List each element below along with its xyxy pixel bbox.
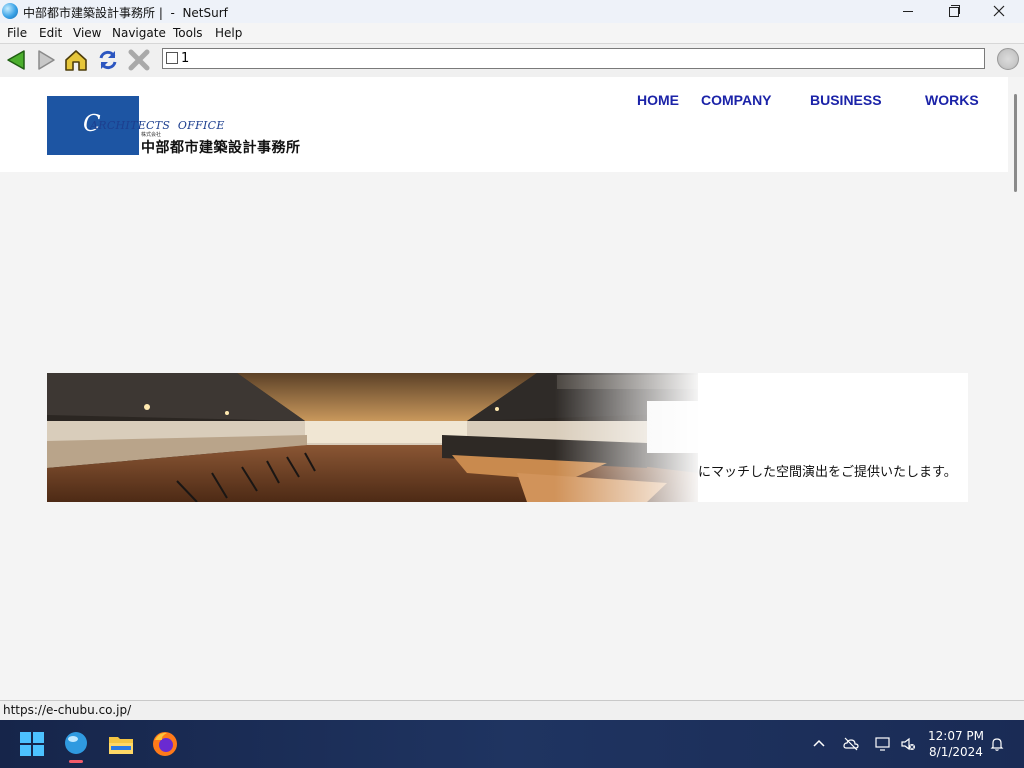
netsurf-icon: [65, 732, 87, 754]
nav-company[interactable]: COMPANY: [701, 92, 772, 108]
url-bar[interactable]: [162, 48, 985, 69]
back-icon: [7, 50, 25, 70]
display-icon[interactable]: [875, 736, 891, 752]
vertical-scrollbar[interactable]: [1008, 77, 1024, 700]
firefox-icon: [153, 732, 177, 756]
logo-company-name: 中部都市建築設計事務所: [141, 140, 301, 156]
file-explorer-button[interactable]: [107, 730, 135, 758]
scrollbar-thumb[interactable]: [1014, 94, 1017, 192]
reload-icon: [99, 50, 117, 70]
url-input[interactable]: [181, 50, 976, 67]
page-favicon-icon: [166, 52, 178, 64]
chevron-up-icon[interactable]: [811, 736, 827, 752]
status-url: https://e-chubu.co.jp/: [3, 703, 132, 717]
menu-view[interactable]: View: [73, 26, 101, 40]
menu-tools[interactable]: Tools: [173, 26, 203, 40]
maximize-button[interactable]: [930, 0, 976, 23]
window-title: 中部都市建築設計事務所 | - NetSurf: [23, 6, 228, 20]
active-indicator: [69, 760, 83, 763]
taskbar: 12:07 PM 8/1/2024: [0, 720, 1024, 768]
windows-start-icon: [20, 732, 44, 756]
status-bar: https://e-chubu.co.jp/: [0, 700, 1024, 720]
windows-start-button[interactable]: [19, 731, 45, 757]
home-button[interactable]: [64, 48, 88, 72]
page-viewport: C ARCHITECTS OFFICE 株式会社 中部都市建築設計事務所 HOM…: [0, 77, 1008, 700]
close-icon: [993, 5, 1005, 17]
stop-icon: [128, 49, 150, 71]
minimize-button[interactable]: [885, 0, 931, 23]
close-button[interactable]: [976, 0, 1022, 23]
nav-business[interactable]: BUSINESS: [810, 92, 882, 108]
reload-button[interactable]: [96, 48, 120, 72]
menu-bar: File Edit View Navigate Tools Help: [0, 23, 1024, 44]
file-explorer-icon: [109, 737, 133, 754]
firefox-button[interactable]: [151, 730, 179, 758]
site-header: C ARCHITECTS OFFICE 株式会社 中部都市建築設計事務所 HOM…: [0, 77, 1008, 172]
nav-works[interactable]: WORKS: [925, 92, 979, 108]
restaurant-interior-photo: [47, 373, 698, 502]
menu-file[interactable]: File: [7, 26, 27, 40]
forward-button[interactable]: [34, 48, 58, 72]
hero-section: にマッチした空間演出をご提供いたします。: [47, 373, 968, 502]
netsurf-taskbar-button[interactable]: [62, 730, 90, 763]
menu-edit[interactable]: Edit: [39, 26, 62, 40]
volume-muted-icon[interactable]: [900, 736, 916, 752]
back-button[interactable]: [4, 48, 28, 72]
system-clock[interactable]: 12:07 PM 8/1/2024: [926, 728, 986, 760]
nav-home[interactable]: HOME: [637, 92, 679, 108]
netsurf-globe-icon: [2, 3, 18, 19]
menu-navigate[interactable]: Navigate: [112, 26, 166, 40]
menu-help[interactable]: Help: [215, 26, 242, 40]
throbber-icon: [997, 48, 1019, 70]
clock-time: 12:07 PM: [928, 729, 984, 743]
hero-text: にマッチした空間演出をご提供いたします。: [698, 465, 957, 480]
notification-bell-icon[interactable]: [989, 736, 1005, 752]
forward-icon: [38, 50, 55, 70]
title-bar: 中部都市建築設計事務所 | - NetSurf: [0, 0, 1024, 23]
home-icon: [65, 50, 87, 71]
clock-date: 8/1/2024: [929, 745, 983, 759]
cloud-off-icon[interactable]: [843, 736, 859, 752]
stop-button[interactable]: [127, 48, 151, 72]
